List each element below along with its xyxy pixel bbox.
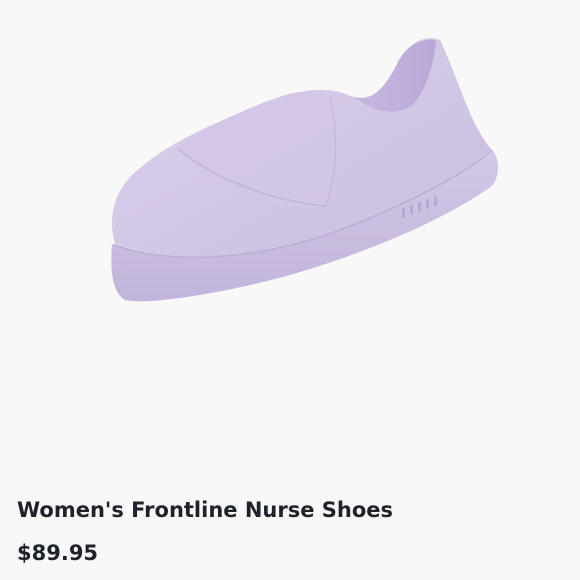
product-image[interactable] <box>0 0 580 480</box>
shoe-illustration <box>111 38 498 302</box>
product-price: $89.95 <box>17 541 99 565</box>
product-title[interactable]: Women's Frontline Nurse Shoes <box>17 498 563 522</box>
product-card[interactable]: Women's Frontline Nurse Shoes $89.95 <box>0 0 580 580</box>
